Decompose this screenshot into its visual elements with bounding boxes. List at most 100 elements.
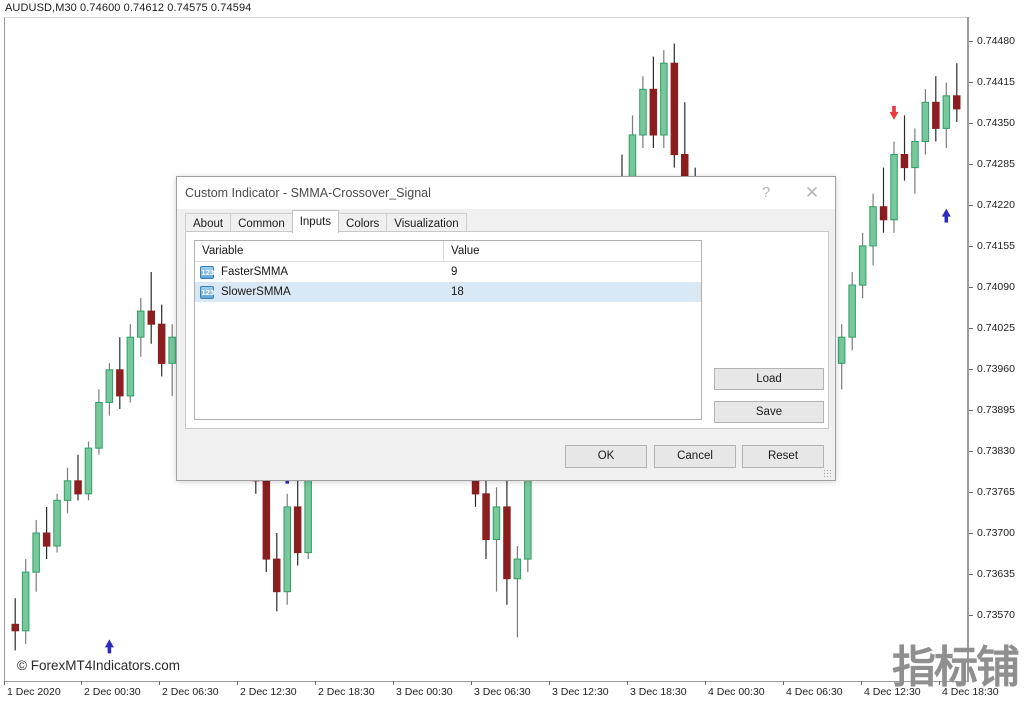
price-axis-label: 0.73960 — [977, 363, 1015, 375]
price-axis-label: 0.74025 — [977, 322, 1015, 334]
time-axis-tick — [315, 681, 316, 685]
table-header-row: Variable Value — [195, 241, 701, 262]
time-axis-tick — [159, 681, 160, 685]
price-axis-label: 0.73895 — [977, 404, 1015, 416]
price-axis-tick — [969, 574, 973, 575]
price-axis-label: 0.73635 — [977, 568, 1015, 580]
time-axis-tick — [237, 681, 238, 685]
close-icon[interactable]: ✕ — [789, 177, 835, 209]
help-icon[interactable]: ? — [743, 177, 789, 209]
time-axis-label: 4 Dec 06:30 — [786, 686, 843, 698]
price-axis-tick — [969, 205, 973, 206]
reset-button[interactable]: Reset — [742, 445, 824, 468]
bearish-candle — [879, 167, 888, 233]
tab-inputs[interactable]: Inputs — [291, 210, 340, 233]
numeric-input-icon: 123 — [200, 265, 215, 279]
chinese-watermark: 指标铺 — [892, 642, 1020, 693]
time-axis-label: 1 Dec 2020 — [7, 686, 61, 698]
bullish-candle — [137, 298, 145, 357]
bullish-candle — [848, 272, 856, 351]
bullish-candle — [126, 324, 135, 403]
ok-button[interactable]: OK — [565, 445, 647, 468]
bearish-candle — [42, 506, 51, 560]
custom-indicator-dialog[interactable]: Custom Indicator - SMMA-Crossover_Signal… — [176, 176, 836, 481]
time-axis-tick — [81, 681, 82, 685]
bullish-candle — [837, 324, 846, 390]
price-axis-tick — [969, 451, 973, 452]
time-axis-label: 2 Dec 06:30 — [162, 686, 219, 698]
cell-variable: 123 SlowerSMMA — [195, 285, 444, 299]
price-axis-label: 0.74155 — [977, 240, 1015, 252]
variable-label: SlowerSMMA — [221, 286, 291, 298]
bearish-candle — [74, 454, 82, 501]
bearish-candle — [293, 474, 302, 566]
table-row[interactable]: 123 SlowerSMMA 18 — [195, 282, 701, 302]
time-axis-label: 4 Dec 00:30 — [708, 686, 765, 698]
bullish-candle — [911, 128, 919, 194]
price-axis-label: 0.74480 — [977, 35, 1015, 47]
column-header-value: Value — [451, 245, 480, 257]
time-axis-tick — [861, 681, 862, 685]
price-axis-tick — [969, 410, 973, 411]
value-field[interactable]: 9 — [444, 266, 701, 278]
cell-variable: 123 FasterSMMA — [195, 265, 444, 279]
bearish-candle — [953, 63, 961, 122]
bullish-candle — [105, 363, 114, 416]
time-axis-label: 3 Dec 18:30 — [630, 686, 687, 698]
parameters-table[interactable]: Variable Value 123 FasterSMMA 9 123 SlowerSM… — [194, 240, 702, 420]
time-axis-tick — [4, 681, 5, 685]
bullish-candle — [942, 82, 951, 148]
bearish-candle — [649, 56, 658, 148]
time-axis-label: 3 Dec 06:30 — [474, 686, 531, 698]
dialog-titlebar[interactable]: Custom Indicator - SMMA-Crossover_Signal… — [177, 177, 835, 210]
load-button[interactable]: Load — [714, 368, 824, 390]
price-axis-label: 0.74285 — [977, 158, 1015, 170]
value-field[interactable]: 18 — [444, 286, 701, 298]
price-axis-label: 0.74415 — [977, 76, 1015, 88]
bullish-candle — [283, 493, 291, 605]
price-axis-label: 0.73570 — [977, 609, 1015, 621]
price-axis-tick — [969, 369, 973, 370]
table-row[interactable]: 123 FasterSMMA 9 — [195, 262, 701, 282]
sell-arrow-icon — [889, 105, 899, 120]
bearish-candle — [900, 115, 909, 181]
time-axis-label: 2 Dec 00:30 — [84, 686, 141, 698]
cancel-button[interactable]: Cancel — [654, 445, 736, 468]
price-axis-tick — [969, 82, 973, 83]
price-axis-label: 0.73830 — [977, 445, 1015, 457]
time-axis-label: 2 Dec 18:30 — [318, 686, 375, 698]
time-axis-tick — [393, 681, 394, 685]
bullish-candle — [869, 193, 877, 266]
bearish-candle — [932, 76, 940, 142]
bearish-candle — [670, 43, 679, 168]
buy-arrow-icon — [941, 208, 951, 223]
save-button[interactable]: Save — [714, 401, 824, 423]
time-axis-label: 3 Dec 12:30 — [552, 686, 609, 698]
bearish-candle — [11, 598, 19, 651]
price-axis-tick — [969, 533, 973, 534]
bullish-candle — [21, 559, 30, 644]
bullish-candle — [32, 519, 40, 592]
copyright-watermark: © ForexMT4Indicators.com — [17, 658, 180, 673]
bullish-candle — [63, 467, 72, 514]
price-axis-tick — [969, 492, 973, 493]
time-axis-tick — [783, 681, 784, 685]
price-axis-tick — [969, 287, 973, 288]
bullish-candle — [168, 324, 176, 396]
dialog-tabstrip[interactable]: About Common Inputs Colors Visualization — [185, 210, 467, 234]
buy-arrow-icon — [104, 639, 114, 654]
dialog-title: Custom Indicator - SMMA-Crossover_Signal — [185, 186, 431, 200]
price-axis-label: 0.73700 — [977, 527, 1015, 539]
price-axis-tick — [969, 41, 973, 42]
price-axis-tick — [969, 164, 973, 165]
price-axis-tick — [969, 615, 973, 616]
time-axis-tick — [471, 681, 472, 685]
bullish-candle — [660, 50, 668, 148]
time-axis-tick — [627, 681, 628, 685]
bullish-candle — [53, 493, 61, 553]
bullish-candle — [921, 89, 930, 155]
bullish-candle — [84, 441, 93, 501]
price-axis-label: 0.74350 — [977, 117, 1015, 129]
resize-grip-icon[interactable] — [823, 469, 832, 478]
numeric-input-icon: 123 — [200, 285, 215, 299]
